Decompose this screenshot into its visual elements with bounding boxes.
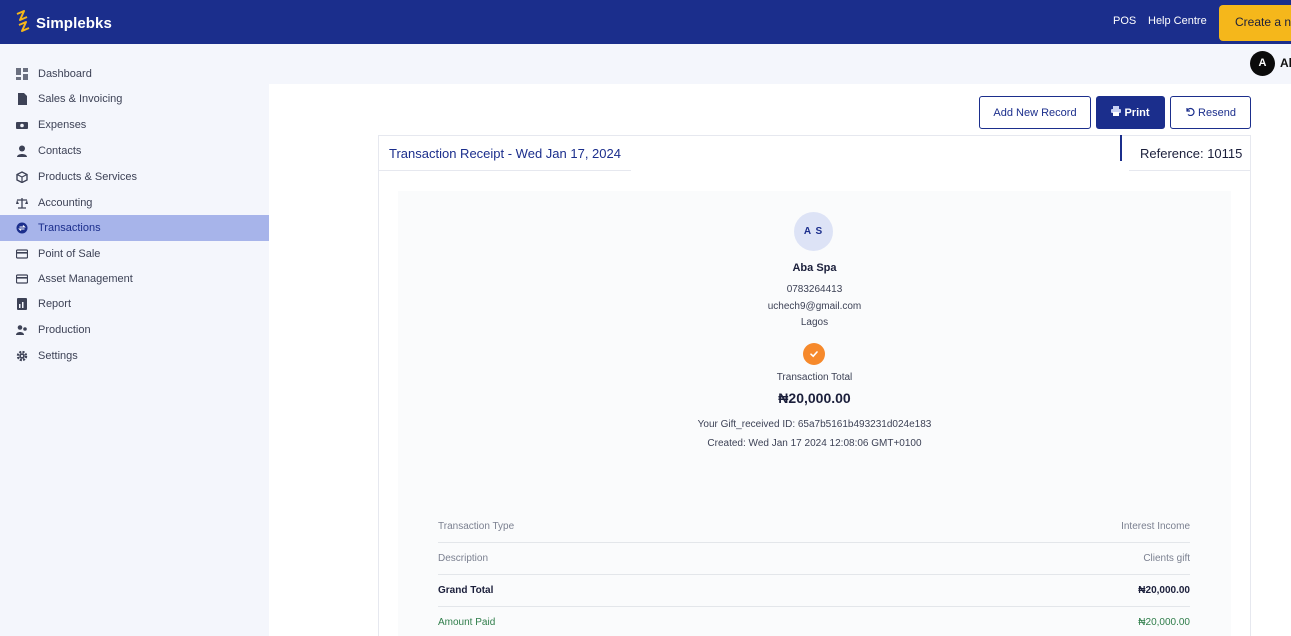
create-new-button[interactable]: Create a ne	[1219, 5, 1291, 41]
gear-icon	[16, 350, 28, 362]
sidebar-item-label: Asset Management	[38, 273, 133, 285]
people-icon	[16, 324, 28, 336]
receipt-title: Transaction Receipt - Wed Jan 17, 2024	[389, 146, 621, 161]
brand-logo[interactable]: Simplebks	[14, 10, 112, 37]
document-icon	[16, 93, 28, 105]
user-name[interactable]: Ab	[1280, 56, 1291, 70]
simplebks-logo-icon	[14, 10, 32, 37]
business-city: Lagos	[800, 317, 829, 328]
row-label: Amount Paid	[438, 617, 496, 628]
business-email: uchech9@gmail.com	[767, 301, 862, 312]
add-new-record-button[interactable]: Add New Record	[979, 96, 1091, 129]
table-row: Transaction Type Interest Income	[438, 511, 1190, 543]
sidebar-item-label: Production	[38, 324, 91, 336]
undo-icon	[1185, 106, 1195, 119]
sidebar-item-settings[interactable]: Settings	[0, 343, 269, 369]
sidebar-item-point-of-sale[interactable]: Point of Sale	[0, 241, 269, 267]
check-icon	[803, 343, 825, 365]
receipt-body: A S Aba Spa 0783264413 uchech9@gmail.com…	[398, 191, 1231, 636]
receipt-header: Transaction Receipt - Wed Jan 17, 2024 R…	[379, 135, 1250, 171]
table-row: Description Clients gift	[438, 543, 1190, 575]
top-navbar: Simplebks POS Help Centre Create a ne	[0, 0, 1291, 44]
user-avatar[interactable]: A	[1250, 51, 1275, 76]
sidebar-item-contacts[interactable]: Contacts	[0, 138, 269, 164]
business-name: Aba Spa	[792, 262, 837, 274]
sidebar-item-label: Transactions	[38, 222, 101, 234]
sidebar-item-label: Expenses	[38, 119, 87, 131]
header-divider	[1120, 135, 1122, 161]
created-timestamp: Created: Wed Jan 17 2024 12:08:06 GMT+01…	[707, 438, 922, 449]
help-centre-link[interactable]: Help Centre	[1148, 15, 1207, 27]
print-button[interactable]: Print	[1096, 96, 1165, 129]
brand-name: Simplebks	[36, 15, 112, 32]
business-initials-avatar: A S	[794, 212, 833, 251]
person-icon	[16, 145, 28, 157]
card-icon	[16, 273, 28, 285]
row-value: ₦20,000.00	[1138, 585, 1190, 596]
sidebar-item-label: Point of Sale	[38, 248, 101, 260]
pos-link[interactable]: POS	[1113, 15, 1136, 27]
receipt-card: Transaction Receipt - Wed Jan 17, 2024 R…	[378, 135, 1251, 636]
sidebar-item-asset-management[interactable]: Asset Management	[0, 266, 269, 292]
row-label: Description	[438, 553, 489, 564]
sidebar-item-dashboard[interactable]: Dashboard	[0, 61, 269, 87]
sidebar-item-label: Products & Services	[38, 171, 138, 183]
card-icon	[16, 248, 28, 260]
box-icon	[16, 171, 28, 183]
business-phone: 0783264413	[786, 284, 843, 295]
resend-button[interactable]: Resend	[1170, 96, 1251, 129]
sidebar-item-label: Report	[38, 298, 72, 310]
sidebar: Dashboard Sales & Invoicing Expenses Con…	[0, 44, 269, 636]
print-label: Print	[1124, 106, 1150, 119]
exchange-icon	[16, 222, 28, 234]
sidebar-item-label: Contacts	[38, 145, 82, 157]
sidebar-item-sales-invoicing[interactable]: Sales & Invoicing	[0, 86, 269, 112]
sidebar-item-label: Dashboard	[38, 68, 92, 80]
sidebar-item-transactions[interactable]: Transactions	[0, 215, 269, 241]
sidebar-item-expenses[interactable]: Expenses	[0, 112, 269, 138]
row-label: Grand Total	[438, 585, 494, 596]
sidebar-item-production[interactable]: Production	[0, 317, 269, 343]
resend-label: Resend	[1198, 106, 1236, 119]
sidebar-item-label: Settings	[38, 350, 78, 362]
gift-received-id: Your Gift_received ID: 65a7b5161b493231d…	[697, 419, 932, 430]
transaction-total-label: Transaction Total	[776, 372, 853, 383]
sidebar-item-accounting[interactable]: Accounting	[0, 190, 269, 216]
sidebar-item-products-services[interactable]: Products & Services	[0, 164, 269, 190]
dashboard-icon	[16, 68, 28, 80]
row-value: ₦20,000.00	[1138, 617, 1190, 628]
table-row: Amount Paid ₦20,000.00	[438, 607, 1190, 636]
table-row: Grand Total ₦20,000.00	[438, 575, 1190, 607]
add-new-record-label: Add New Record	[993, 106, 1077, 119]
cash-icon	[16, 119, 28, 131]
printer-icon	[1111, 106, 1122, 119]
sidebar-item-label: Sales & Invoicing	[38, 93, 123, 105]
reference-number: Reference: 10115	[1140, 146, 1243, 161]
sidebar-item-label: Accounting	[38, 197, 93, 209]
report-icon	[16, 298, 28, 310]
scale-icon	[16, 197, 28, 209]
header-gap	[631, 170, 1129, 172]
row-label: Transaction Type	[438, 521, 515, 532]
sidebar-item-report[interactable]: Report	[0, 291, 269, 317]
transaction-total-amount: ₦20,000.00	[778, 390, 851, 406]
row-value: Interest Income	[1121, 521, 1190, 532]
row-value: Clients gift	[1143, 553, 1190, 564]
